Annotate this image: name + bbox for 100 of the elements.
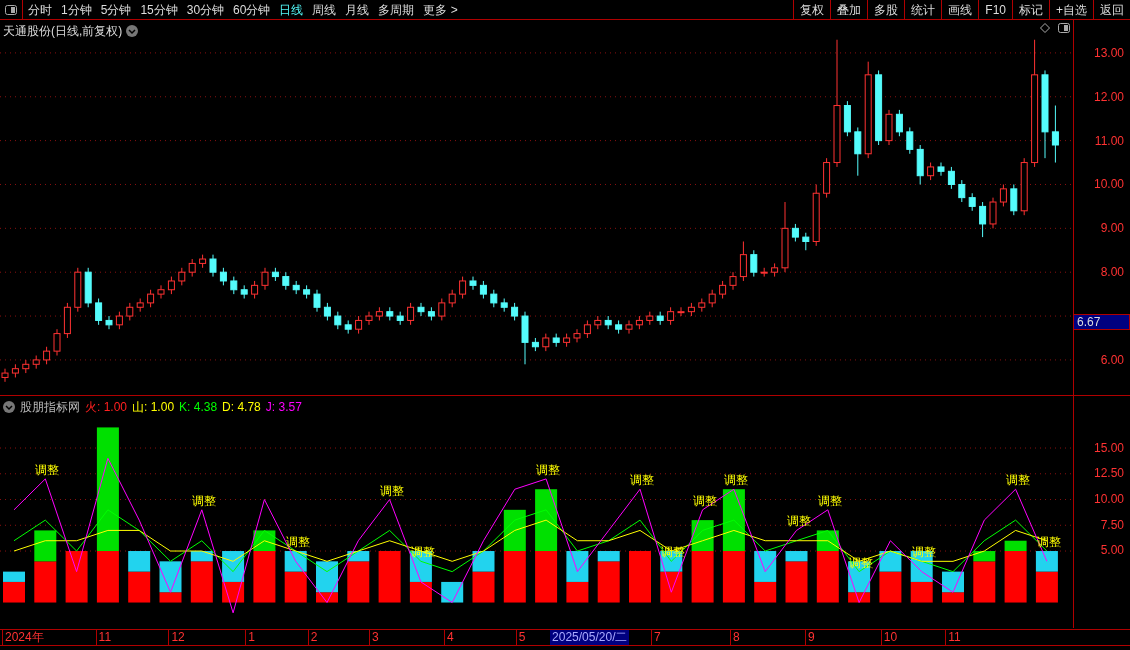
annotation-label: 调整 xyxy=(786,514,811,529)
indicator-title: 股朋指标网 xyxy=(20,399,80,416)
annotation-label: 调整 xyxy=(817,493,842,508)
indicator-bar xyxy=(754,551,777,582)
diamond-icon[interactable] xyxy=(1040,23,1050,33)
candle xyxy=(542,333,550,352)
candle xyxy=(479,280,487,299)
period-tab[interactable]: 60分钟 xyxy=(233,0,271,19)
candle xyxy=(625,319,633,335)
candle xyxy=(188,258,196,278)
candle xyxy=(656,311,664,326)
candle xyxy=(427,306,435,321)
candle xyxy=(791,223,799,242)
axis-label: 10.00 xyxy=(1093,177,1124,192)
candle xyxy=(531,337,539,352)
legend-value: 火: 1.00 xyxy=(85,399,128,416)
toolbar-button[interactable]: 多股 xyxy=(867,0,905,19)
time-axis-label: 4 xyxy=(444,630,456,645)
toolbar-button[interactable]: 复权 xyxy=(793,0,831,19)
annotation-label: 调整 xyxy=(1005,473,1030,488)
indicator-bar xyxy=(629,551,651,603)
annotation-label: 调整 xyxy=(191,493,216,508)
legend-value: 山: 1.00 xyxy=(132,399,175,416)
candle xyxy=(147,289,155,308)
period-tab[interactable]: 5分钟 xyxy=(100,0,132,19)
indicator-bar xyxy=(722,551,745,603)
indicator-bar xyxy=(503,509,526,551)
indicator-bar xyxy=(754,581,777,603)
time-axis-label: 11 xyxy=(95,630,114,645)
candle xyxy=(32,355,40,370)
period-tab[interactable]: 更多 > xyxy=(423,0,458,19)
annotation-label: 调整 xyxy=(692,493,717,508)
candle xyxy=(615,319,623,335)
candle xyxy=(687,302,695,317)
candle xyxy=(22,359,30,374)
panel-icon[interactable] xyxy=(1058,23,1070,33)
toolbar-button[interactable]: 返回 xyxy=(1093,0,1130,19)
cursor-price-label: 6.67 xyxy=(1073,314,1130,330)
indicator-bar xyxy=(378,551,401,603)
candle xyxy=(895,109,903,137)
toolbar-button[interactable]: +自选 xyxy=(1049,0,1093,19)
candle xyxy=(74,267,82,313)
panel-icon xyxy=(5,4,17,15)
candle xyxy=(563,333,571,348)
chevron-down-icon[interactable] xyxy=(126,25,139,37)
annotation-label: 调整 xyxy=(35,462,60,477)
candle xyxy=(271,267,279,282)
indicator-bar xyxy=(65,551,88,603)
axis-label: 12.50 xyxy=(1093,466,1124,481)
candle xyxy=(407,302,415,326)
candle xyxy=(251,280,259,299)
candle xyxy=(375,306,383,321)
period-tab[interactable]: 日线 xyxy=(279,0,304,19)
toolbar-button[interactable]: 画线 xyxy=(941,0,979,19)
candle xyxy=(802,232,810,251)
period-tab[interactable]: 月线 xyxy=(345,0,370,19)
period-tab[interactable]: 周线 xyxy=(312,0,337,19)
indicator-bar xyxy=(722,489,745,551)
candle xyxy=(43,346,51,365)
axis-label: 5.00 xyxy=(1100,543,1124,558)
time-axis-label: 2 xyxy=(307,630,320,645)
candle xyxy=(989,197,997,229)
candle xyxy=(11,363,19,378)
candle xyxy=(303,284,311,299)
candle xyxy=(812,183,820,247)
candle xyxy=(386,306,394,321)
indicator-bar xyxy=(34,561,57,603)
toolbar-button[interactable]: 标记 xyxy=(1012,0,1049,19)
candle xyxy=(126,302,134,321)
candle xyxy=(635,315,643,330)
chevron-down-icon[interactable] xyxy=(3,401,15,413)
toolbar-button[interactable]: 叠加 xyxy=(830,0,868,19)
chart-title: 天通股份(日线,前复权) xyxy=(3,23,123,40)
time-axis-label: 2024年 xyxy=(2,630,46,645)
candle xyxy=(1051,105,1059,164)
axis-label: 11.00 xyxy=(1094,133,1124,148)
indicator-bar xyxy=(535,489,558,551)
time-axis-label: 1 xyxy=(245,630,258,645)
candle xyxy=(500,298,508,313)
candle xyxy=(459,276,467,299)
candle xyxy=(115,311,123,330)
toolbar-button[interactable]: 统计 xyxy=(904,0,942,19)
candle xyxy=(282,271,290,291)
candle xyxy=(667,306,675,326)
period-tab[interactable]: 分时 xyxy=(28,0,52,19)
indicator-bar xyxy=(535,551,558,603)
time-axis-label: 8 xyxy=(730,630,742,645)
toolbar-button[interactable]: F10 xyxy=(978,0,1012,19)
indicator-bar xyxy=(503,551,526,603)
period-tab[interactable]: 30分钟 xyxy=(186,0,225,19)
period-tab[interactable]: 多周期 xyxy=(378,0,415,19)
annotation-label: 调整 xyxy=(630,473,654,488)
axis-label: 13.00 xyxy=(1093,45,1124,60)
axis-label: 15.00 xyxy=(1093,440,1124,455)
period-tab[interactable]: 1分钟 xyxy=(61,0,92,19)
candle xyxy=(823,157,831,199)
period-tab[interactable]: 15分钟 xyxy=(140,0,178,19)
time-axis-label: 12 xyxy=(168,630,187,645)
candle xyxy=(927,162,935,181)
candle xyxy=(313,289,321,313)
